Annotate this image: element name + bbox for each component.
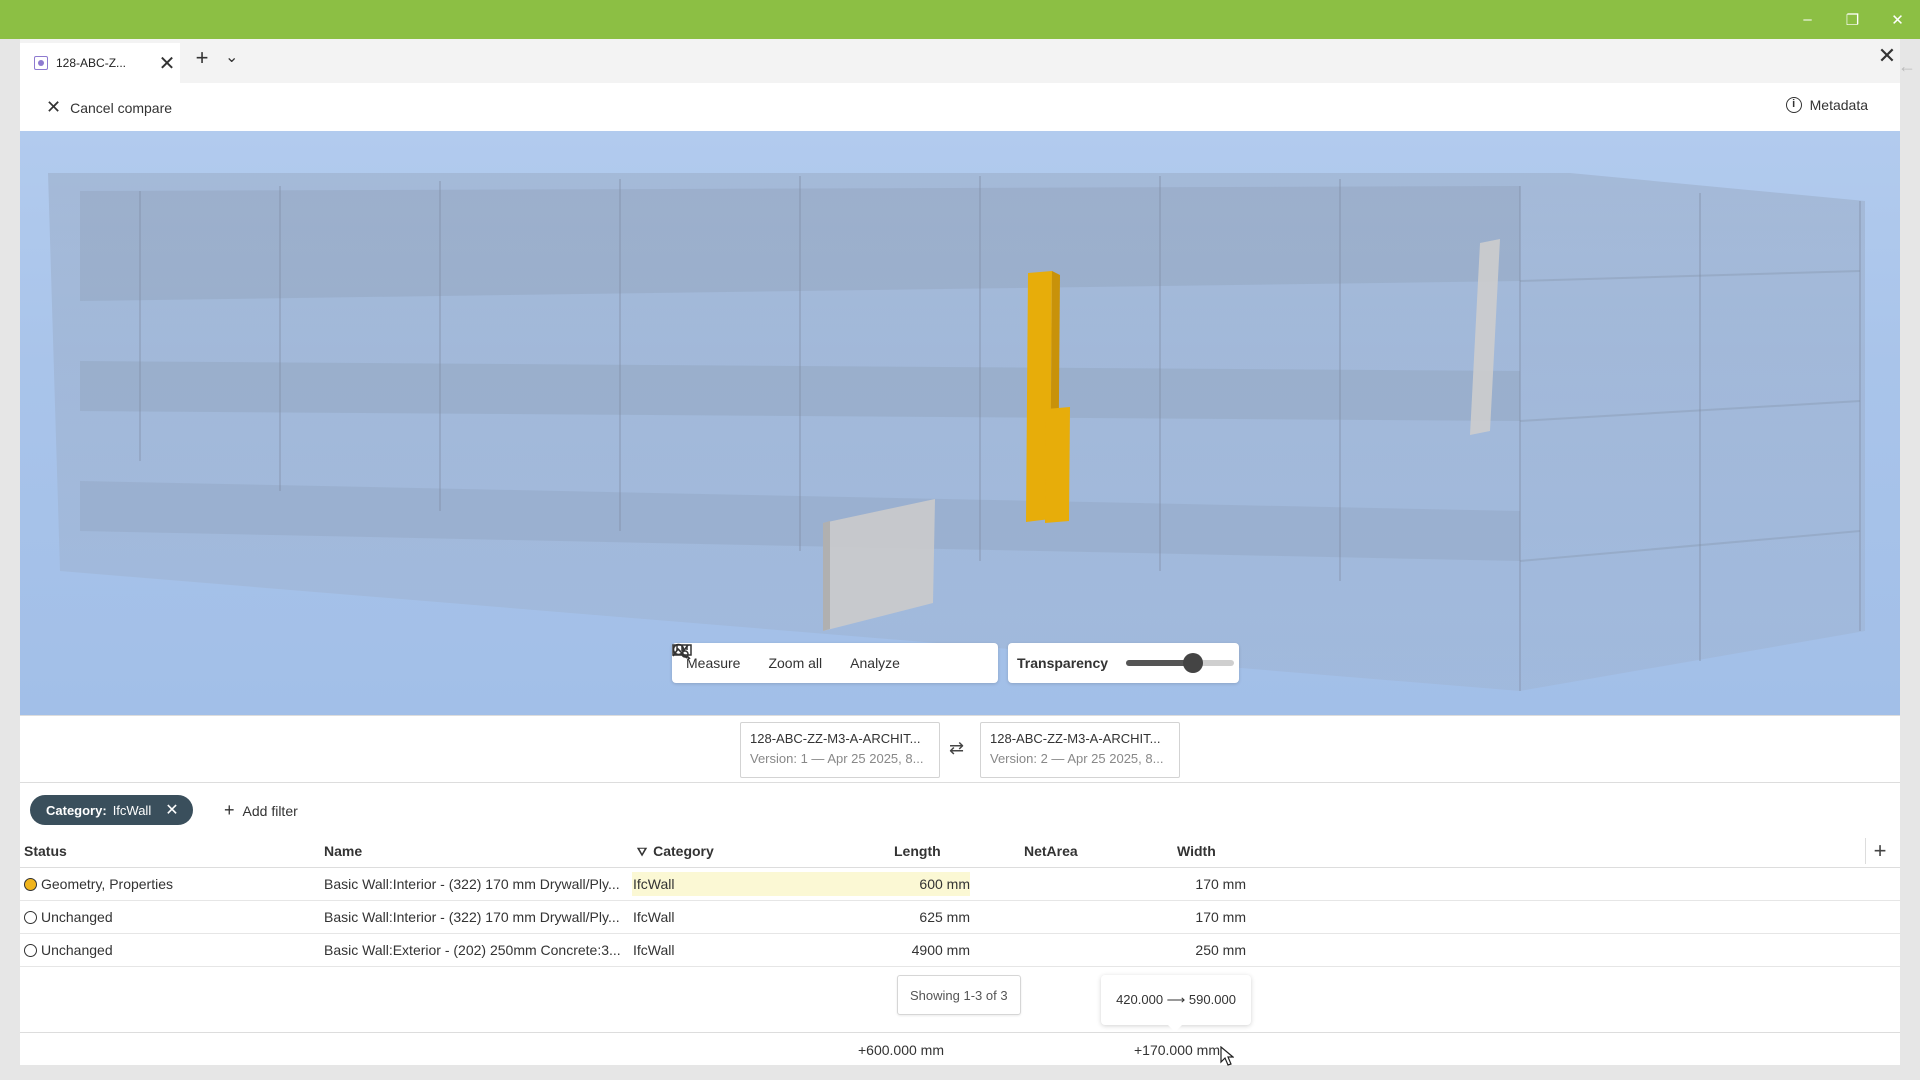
- tab-close-icon[interactable]: ✕: [154, 51, 180, 76]
- restore-icon[interactable]: ❐: [1830, 0, 1875, 39]
- zoom-all-label: Zoom all: [768, 655, 823, 671]
- transparency-control: Transparency: [1008, 643, 1239, 683]
- transparency-slider[interactable]: [1126, 653, 1235, 673]
- metadata-button[interactable]: i Metadata: [1785, 97, 1868, 113]
- totals-row: +600.000 mm +170.000 mm: [20, 1032, 1900, 1065]
- remove-filter-icon[interactable]: ✕: [165, 800, 178, 820]
- analyze-label: Analyze: [850, 655, 900, 671]
- slider-thumb[interactable]: [1183, 653, 1204, 673]
- status-cell: Unchanged: [24, 942, 113, 958]
- category-cell: IfcWall: [633, 909, 675, 925]
- category-cell: IfcWall: [633, 942, 675, 958]
- measure-button[interactable]: Measure: [672, 644, 741, 671]
- version-left-name: 128-ABC-ZZ-M3-A-ARCHIT...: [750, 731, 921, 746]
- unchanged-status-icon: [24, 944, 37, 957]
- length-cell: 600 mm: [919, 876, 970, 892]
- col-status[interactable]: Status: [24, 843, 67, 859]
- length-cell: 625 mm: [919, 909, 970, 925]
- analyze-icon: [672, 644, 691, 659]
- version-selector-row: 128-ABC-ZZ-M3-A-ARCHIT... Version: 1 — A…: [20, 715, 1900, 783]
- version-left-info: Version: 1 — Apr 25 2025, 8...: [750, 751, 924, 766]
- model-render: [48, 173, 1865, 691]
- table-row[interactable]: Unchanged Basic Wall:Interior - (322) 17…: [20, 901, 1900, 934]
- wall-front-side: [823, 521, 830, 631]
- status-text: Unchanged: [41, 942, 113, 958]
- close-window-icon[interactable]: ✕: [1875, 0, 1920, 39]
- compare-table: Status Name ⛛ Category Length NetArea Wid…: [20, 835, 1900, 967]
- status-cell: Unchanged: [24, 909, 113, 925]
- compare-panel: ✕ Cancel compare i Metadata Measure Zoom…: [20, 83, 1900, 1066]
- category-cell: IfcWall: [633, 876, 675, 892]
- col-netarea[interactable]: NetArea: [1024, 843, 1078, 859]
- tab-list-chevron-icon[interactable]: ⌄: [225, 47, 238, 67]
- filter-value: IfcWall: [112, 802, 152, 818]
- name-cell: Basic Wall:Interior - (322) 170 mm Drywa…: [324, 909, 620, 925]
- unchanged-status-icon: [24, 911, 37, 924]
- compare-arrows-icon[interactable]: ⇄: [949, 738, 964, 759]
- showing-count-badge[interactable]: Showing 1-3 of 3: [897, 975, 1021, 1015]
- measure-label: Measure: [686, 655, 741, 671]
- name-cell: Basic Wall:Exterior - (202) 250mm Concre…: [324, 942, 621, 958]
- status-cell: Geometry, Properties: [24, 876, 173, 892]
- changed-status-icon: [24, 878, 37, 891]
- col-length[interactable]: Length: [894, 843, 941, 859]
- tab-model[interactable]: 128-ABC-Z... ✕: [20, 43, 180, 83]
- length-cell: 4900 mm: [911, 942, 970, 958]
- back-arrow-icon[interactable]: ←: [1898, 56, 1916, 77]
- mouse-cursor-icon: [1220, 1046, 1234, 1066]
- panel-header: ✕ Cancel compare i Metadata: [20, 83, 1900, 131]
- 3d-viewer[interactable]: Measure Zoom all Analyze Transparency: [20, 131, 1900, 715]
- table-header: Status Name ⛛ Category Length NetArea Wid…: [20, 835, 1900, 868]
- window-controls: – ❐ ✕: [1785, 0, 1920, 39]
- version-right-info: Version: 2 — Apr 25 2025, 8...: [990, 751, 1164, 766]
- version-card-right[interactable]: 128-ABC-ZZ-M3-A-ARCHIT... Version: 2 — A…: [980, 722, 1180, 778]
- col-category-label: Category: [653, 843, 714, 859]
- new-tab-icon[interactable]: +: [190, 45, 214, 71]
- filter-funnel-icon: ⛛: [637, 845, 648, 859]
- close-panel-icon[interactable]: ✕: [1874, 43, 1900, 69]
- total-width[interactable]: +170.000 mm: [1134, 1042, 1220, 1058]
- info-icon: i: [1785, 97, 1802, 113]
- plus-icon: +: [224, 800, 235, 820]
- cancel-compare-button[interactable]: ✕ Cancel compare: [46, 97, 172, 118]
- minimize-icon[interactable]: –: [1785, 0, 1830, 39]
- tab-bar: 128-ABC-Z... ✕ + ⌄ ✕: [20, 39, 1900, 83]
- viewer-toolbar: Measure Zoom all Analyze: [672, 643, 998, 683]
- value-change-tooltip: 420.000 ⟶ 590.000: [1101, 975, 1251, 1032]
- add-filter-button[interactable]: + Add filter: [224, 800, 298, 821]
- changed-wall-lower: [1045, 407, 1070, 523]
- filter-key: Category:: [46, 802, 107, 818]
- width-cell: 250 mm: [1195, 942, 1246, 958]
- version-card-left[interactable]: 128-ABC-ZZ-M3-A-ARCHIT... Version: 1 — A…: [740, 722, 940, 778]
- version-right-name: 128-ABC-ZZ-M3-A-ARCHIT...: [990, 731, 1161, 746]
- transparency-label: Transparency: [1017, 655, 1109, 671]
- close-icon: ✕: [46, 97, 62, 117]
- tab-title: 128-ABC-Z...: [56, 56, 127, 70]
- window-titlebar: – ❐ ✕: [0, 0, 1920, 39]
- filter-row: Category: IfcWall ✕ + Add filter: [20, 783, 1900, 827]
- table-row[interactable]: Geometry, Properties Basic Wall:Interior…: [20, 868, 1900, 901]
- status-text: Geometry, Properties: [41, 876, 174, 892]
- col-width[interactable]: Width: [1177, 843, 1216, 859]
- add-filter-label: Add filter: [242, 802, 298, 819]
- analyze-button[interactable]: Analyze: [672, 644, 900, 671]
- model-file-icon: [34, 56, 48, 70]
- category-filter-chip[interactable]: Category: IfcWall ✕: [30, 795, 193, 825]
- col-category[interactable]: ⛛ Category: [637, 843, 714, 860]
- table-row[interactable]: Unchanged Basic Wall:Exterior - (202) 25…: [20, 934, 1900, 967]
- cancel-compare-label: Cancel compare: [70, 99, 173, 116]
- zoom-all-button[interactable]: Zoom all: [672, 643, 823, 671]
- width-cell: 170 mm: [1195, 876, 1246, 892]
- name-cell: Basic Wall:Interior - (322) 170 mm Drywa…: [324, 876, 620, 892]
- metadata-label: Metadata: [1809, 97, 1868, 113]
- width-cell: 170 mm: [1195, 909, 1246, 925]
- col-name[interactable]: Name: [324, 843, 362, 859]
- add-column-icon[interactable]: +: [1865, 838, 1894, 864]
- total-length[interactable]: +600.000 mm: [858, 1042, 944, 1058]
- status-text: Unchanged: [41, 909, 113, 925]
